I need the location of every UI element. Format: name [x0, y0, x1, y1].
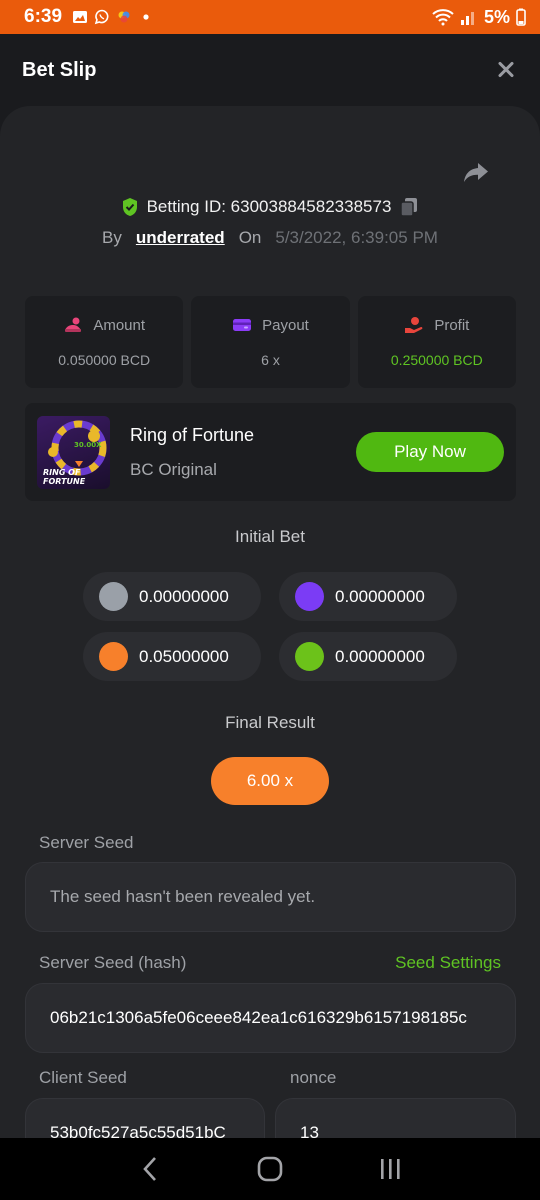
betting-id-row: Betting ID: 63003884582338573 — [0, 196, 540, 218]
game-name: Ring of Fortune — [130, 424, 255, 445]
signal-icon — [460, 12, 474, 25]
thumb-title-2: FORTUNE — [43, 477, 86, 486]
back-chevron-icon — [143, 1157, 156, 1181]
game-thumbnail[interactable]: 30.00X RING OF FORTUNE — [37, 415, 110, 489]
profit-icon — [405, 317, 423, 333]
purple-dot-icon — [295, 582, 324, 611]
recents-icon — [381, 1159, 400, 1179]
server-seed-label: Server Seed — [39, 833, 134, 852]
bet-slip-panel: Betting ID: 63003884582338573 By underra… — [0, 106, 540, 1138]
stat-profit: Profit 0.250000 BCD — [357, 296, 516, 388]
stat-payout-value: 6 x — [261, 351, 280, 368]
wifi-icon — [432, 9, 454, 26]
share-icon[interactable] — [462, 158, 490, 186]
status-right: 5% — [432, 7, 526, 28]
server-seed-field: The seed hasn't been revealed yet. — [25, 862, 516, 932]
bet-stats: Amount 0.050000 BCD Payout 6 x Profit 0.… — [25, 296, 516, 388]
nonce-field[interactable]: 13 — [275, 1098, 516, 1138]
server-seed-hash-label: Server Seed (hash) — [39, 953, 187, 972]
dot-icon — [143, 14, 149, 20]
thumb-title-1: RING OF — [43, 468, 81, 477]
final-result-badge: 6.00 x — [211, 757, 329, 805]
bet-chip-value: 0.00000000 — [335, 646, 425, 666]
app-icon — [118, 11, 130, 23]
stat-payout-label: Payout — [262, 316, 309, 334]
close-icon[interactable] — [494, 58, 518, 82]
game-subtitle: BC Original — [130, 459, 217, 479]
play-now-button[interactable]: Play Now — [356, 432, 504, 472]
stat-amount-value: 0.050000 BCD — [58, 352, 151, 368]
final-result-title: Final Result — [225, 713, 315, 732]
home-icon — [257, 1156, 283, 1182]
seed-settings-link[interactable]: Seed Settings — [395, 953, 501, 973]
home-button[interactable] — [250, 1149, 290, 1189]
bettor-username[interactable]: underrated — [136, 228, 225, 248]
back-button[interactable] — [130, 1149, 170, 1189]
status-time: 6:39 — [24, 6, 63, 27]
page-title: Bet Slip — [22, 58, 97, 81]
viber-icon — [94, 9, 109, 25]
server-seed-hash-field[interactable]: 06b21c1306a5fe06ceee842ea1c616329b615719… — [25, 983, 516, 1053]
battery-icon — [516, 8, 526, 26]
ring-of-fortune-logo: 30.00X RING OF FORTUNE — [43, 420, 107, 486]
stat-amount-label: Amount — [93, 316, 146, 334]
bet-chip-value: 0.00000000 — [335, 586, 425, 606]
recents-button[interactable] — [370, 1149, 410, 1189]
by-label: By — [102, 228, 122, 247]
bet-chip: 0.00000000 — [83, 572, 261, 621]
bet-chip: 0.00000000 — [279, 572, 457, 621]
nonce-label: nonce — [290, 1068, 337, 1087]
on-label: On — [238, 228, 262, 247]
initial-bet-chips: 0.00000000 0.00000000 0.05000000 0.00000… — [83, 572, 459, 681]
bet-slip-header: Bet Slip — [0, 34, 540, 106]
bettor-row: By underrated On 5/3/2022, 6:39:05 PM — [0, 228, 540, 248]
battery-percent: 5% — [483, 6, 510, 27]
copy-icon[interactable] — [399, 196, 419, 218]
client-seed-field[interactable]: 53b0fc527a5c55d51bC — [25, 1098, 265, 1138]
shield-check-icon — [122, 198, 137, 216]
status-bar: 6:39 5% — [0, 0, 540, 34]
orange-dot-icon — [99, 642, 128, 671]
initial-bet-title: Initial Bet — [235, 527, 305, 546]
client-seed-label: Client Seed — [39, 1068, 127, 1087]
stat-profit-value: 0.250000 BCD — [390, 352, 483, 368]
notification-icons — [72, 9, 154, 25]
thumb-multiplier: 30.00X — [74, 441, 102, 449]
stat-payout: Payout 6 x — [191, 296, 350, 388]
green-dot-icon — [295, 642, 324, 671]
bet-chip-value: 0.05000000 — [139, 646, 229, 666]
amount-icon — [65, 317, 82, 332]
stat-profit-label: Profit — [434, 316, 470, 334]
grey-dot-icon — [99, 582, 128, 611]
wallet-icon — [233, 319, 252, 331]
bet-chip-value: 0.00000000 — [139, 586, 229, 606]
bet-chip: 0.00000000 — [279, 632, 457, 681]
gallery-icon — [73, 11, 88, 23]
stat-amount: Amount 0.050000 BCD — [25, 296, 184, 388]
system-nav-bar — [0, 1138, 540, 1200]
bet-chip: 0.05000000 — [83, 632, 261, 681]
bet-date: 5/3/2022, 6:39:05 PM — [275, 228, 438, 247]
game-card: 30.00X RING OF FORTUNE Ring of Fortune B… — [25, 403, 516, 501]
betting-id: Betting ID: 63003884582338573 — [146, 197, 392, 216]
